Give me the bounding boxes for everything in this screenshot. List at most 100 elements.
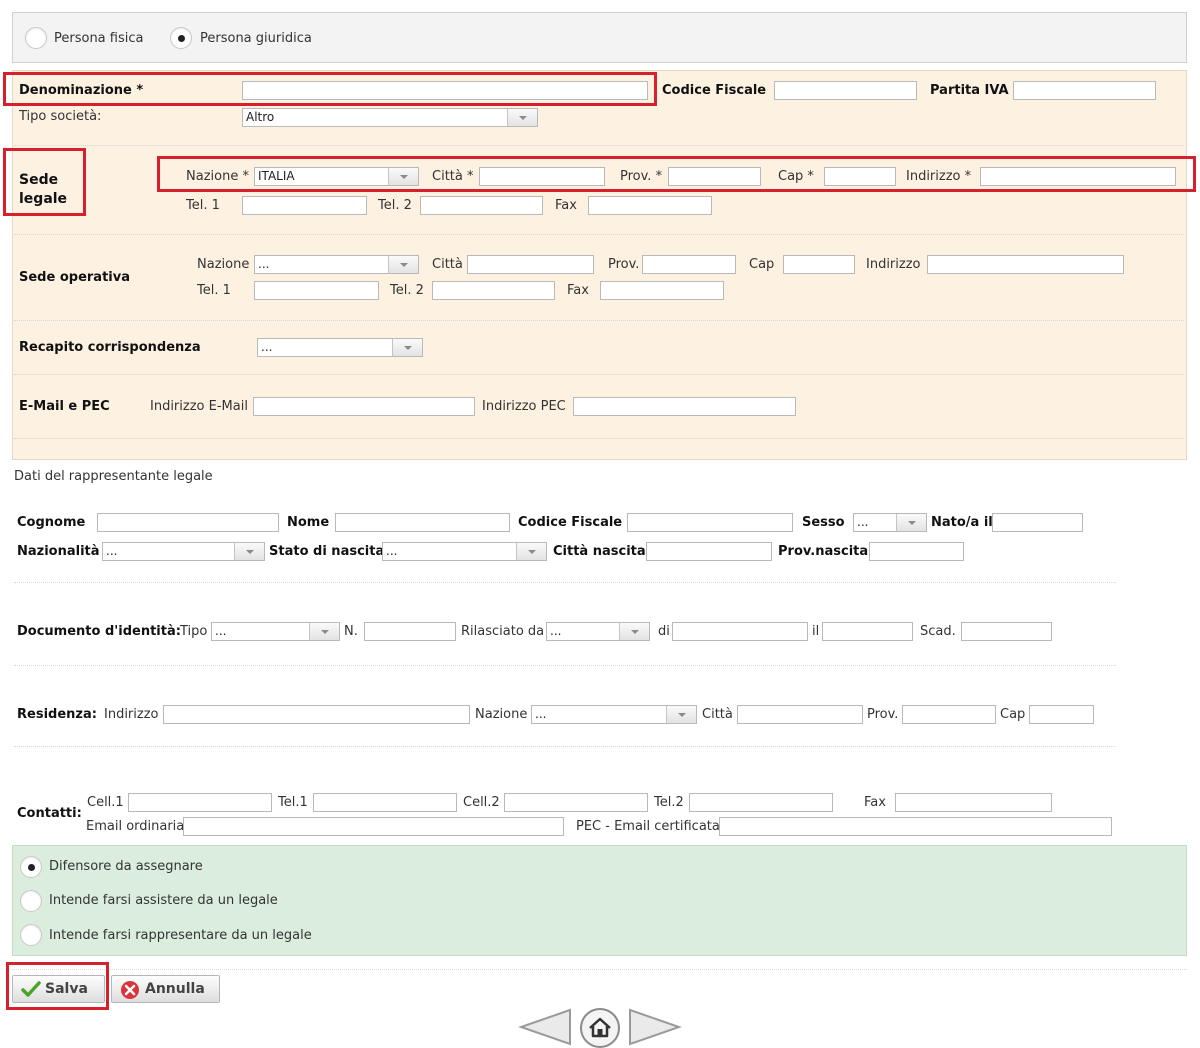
persona-giuridica-radio[interactable]	[170, 27, 192, 49]
highlight-sede-legale-title	[3, 148, 86, 216]
residenza-nazione-select[interactable]: ...	[531, 705, 697, 724]
contatti-tel1-input[interactable]	[313, 793, 457, 812]
difensore-assegnare-label: Difensore da assegnare	[49, 859, 203, 874]
assistere-legale-label: Intende farsi assistere da un legale	[49, 893, 278, 908]
sede-operativa-cap-label: Cap	[749, 257, 775, 272]
chevron-down-icon	[309, 623, 339, 640]
sede-operativa-nazione-value: ...	[258, 257, 270, 271]
sede-legale-tel1-input[interactable]	[242, 196, 367, 215]
residenza-citta-input[interactable]	[737, 705, 863, 724]
cognome-input[interactable]	[97, 513, 279, 532]
documento-il-label: il	[812, 624, 820, 639]
documento-tipo-label: Tipo	[180, 624, 208, 639]
sede-operativa-nazione-label: Nazione	[197, 257, 250, 272]
cell2-input[interactable]	[504, 793, 648, 812]
pec-certificata-input[interactable]	[719, 817, 1112, 836]
documento-di-input[interactable]	[672, 622, 808, 641]
documento-title: Documento d'identità:	[17, 624, 181, 639]
cancel-button[interactable]: Annulla	[111, 975, 220, 1003]
nome-input[interactable]	[335, 513, 510, 532]
recapito-select[interactable]: ...	[257, 338, 423, 357]
cognome-label: Cognome	[17, 515, 86, 530]
divider	[14, 582, 1116, 583]
documento-il-input[interactable]	[822, 622, 913, 641]
sede-operativa-title: Sede operativa	[19, 270, 130, 285]
tipo-societa-value: Altro	[246, 110, 275, 124]
highlight-denominazione	[3, 72, 657, 106]
sede-operativa-tel1-input[interactable]	[254, 281, 379, 300]
nazionalita-label: Nazionalità	[17, 544, 100, 559]
sede-operativa-prov-input[interactable]	[642, 255, 736, 274]
sede-operativa-nazione-select[interactable]: ...	[254, 255, 419, 274]
residenza-prov-input[interactable]	[902, 705, 996, 724]
email-ordinaria-label: Email ordinaria	[86, 819, 185, 834]
email-ordinaria-input[interactable]	[183, 817, 564, 836]
chevron-down-icon	[234, 543, 264, 560]
sesso-select[interactable]: ...	[853, 513, 927, 532]
recapito-title: Recapito corrispondenza	[19, 340, 201, 355]
sede-operativa-indirizzo-input[interactable]	[927, 255, 1124, 274]
contatti-fax-label: Fax	[864, 795, 886, 810]
chevron-down-icon	[507, 109, 537, 126]
contatti-tel2-input[interactable]	[689, 793, 833, 812]
highlight-save-button	[6, 962, 109, 1010]
sede-operativa-prov-label: Prov.	[608, 257, 640, 272]
assistere-legale-radio[interactable]	[20, 890, 42, 912]
partita-iva-label: Partita IVA	[930, 83, 1009, 98]
sede-operativa-indirizzo-label: Indirizzo	[866, 257, 921, 272]
rappresentare-legale-radio[interactable]	[20, 924, 42, 946]
divider	[14, 746, 1116, 747]
residenza-cap-input[interactable]	[1029, 705, 1094, 724]
email-input[interactable]	[253, 397, 475, 416]
rappresentante-codice-fiscale-input[interactable]	[627, 513, 793, 532]
rilasciato-da-value: ...	[550, 624, 562, 638]
pec-label: Indirizzo PEC	[482, 399, 566, 414]
persona-fisica-radio[interactable]	[25, 27, 47, 49]
partita-iva-input[interactable]	[1013, 81, 1156, 100]
citta-nascita-input[interactable]	[646, 542, 772, 561]
documento-n-input[interactable]	[364, 622, 456, 641]
divider	[14, 665, 1116, 666]
forward-arrow-icon[interactable]	[628, 1006, 683, 1048]
home-icon[interactable]	[578, 1006, 622, 1048]
sede-operativa-citta-input[interactable]	[467, 255, 594, 274]
difensore-assegnare-radio[interactable]	[20, 856, 42, 878]
documento-tipo-select[interactable]: ...	[211, 622, 340, 641]
contatti-tel1-label: Tel.1	[278, 795, 308, 810]
documento-scad-input[interactable]	[961, 622, 1052, 641]
sede-legale-tel2-label: Tel. 2	[378, 198, 412, 213]
tipo-societa-label: Tipo società:	[19, 109, 102, 124]
nazionalita-select[interactable]: ...	[102, 542, 265, 561]
prov-nascita-input[interactable]	[869, 542, 964, 561]
nato-il-input[interactable]	[992, 513, 1083, 532]
pec-input[interactable]	[573, 397, 796, 416]
codice-fiscale-input[interactable]	[774, 81, 917, 100]
tipo-societa-select[interactable]: Altro	[242, 108, 538, 127]
sede-operativa-tel2-input[interactable]	[432, 281, 555, 300]
sede-operativa-citta-label: Città	[432, 257, 463, 272]
documento-di-label: di	[658, 624, 670, 639]
residenza-indirizzo-input[interactable]	[163, 705, 470, 724]
chevron-down-icon	[619, 623, 649, 640]
contatti-tel2-label: Tel.2	[654, 795, 684, 810]
back-arrow-icon[interactable]	[517, 1006, 572, 1048]
cell1-label: Cell.1	[87, 795, 124, 810]
sede-legale-fax-input[interactable]	[588, 196, 712, 215]
stato-nascita-select[interactable]: ...	[382, 542, 547, 561]
residenza-prov-label: Prov.	[867, 707, 899, 722]
pec-certificata-label: PEC - Email certificata	[576, 819, 720, 834]
residenza-title: Residenza:	[17, 707, 97, 722]
citta-nascita-label: Città nascita	[553, 544, 646, 559]
rilasciato-da-select[interactable]: ...	[546, 622, 650, 641]
sede-operativa-cap-input[interactable]	[783, 255, 855, 274]
cancel-button-label: Annulla	[145, 981, 205, 997]
cell1-input[interactable]	[128, 793, 272, 812]
residenza-nazione-label: Nazione	[475, 707, 528, 722]
nato-il-label: Nato/a il	[931, 515, 993, 530]
divider	[14, 320, 1184, 321]
residenza-citta-label: Città	[702, 707, 733, 722]
contatti-fax-input[interactable]	[895, 793, 1052, 812]
sede-operativa-fax-input[interactable]	[600, 281, 724, 300]
sede-legale-tel2-input[interactable]	[420, 196, 543, 215]
persona-fisica-label: Persona fisica	[54, 31, 144, 46]
